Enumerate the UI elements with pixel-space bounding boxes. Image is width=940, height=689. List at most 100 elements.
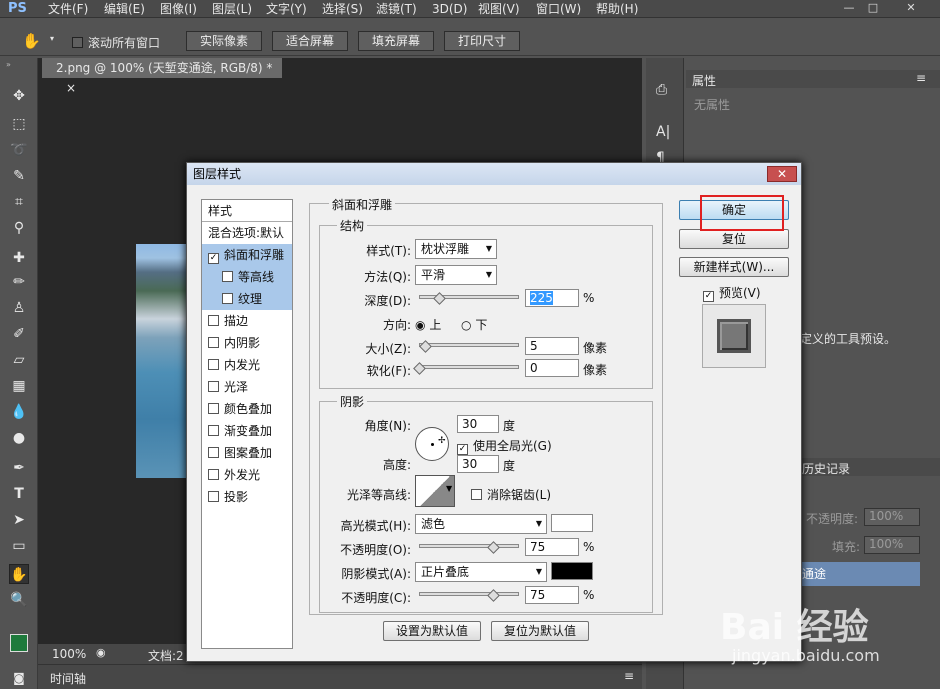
- gloss-contour-picker[interactable]: ▼: [415, 475, 455, 507]
- make-default-button[interactable]: 设置为默认值: [383, 621, 481, 641]
- eyedropper-tool-icon[interactable]: ⚲: [9, 218, 29, 238]
- maximize-button[interactable]: □: [862, 0, 884, 16]
- checkbox-icon[interactable]: [208, 403, 219, 414]
- style-list-item[interactable]: 外发光: [202, 464, 292, 486]
- document-tab[interactable]: 2.png @ 100% (天堑变通途, RGB/8) * ×: [42, 58, 282, 95]
- global-light-checkbox[interactable]: ✓ 使用全局光(G): [457, 437, 552, 455]
- fit-screen-button[interactable]: 适合屏幕: [272, 31, 348, 51]
- lasso-tool-icon[interactable]: ➰: [9, 140, 29, 160]
- style-list-item[interactable]: 内发光: [202, 354, 292, 376]
- style-list-item[interactable]: 图案叠加: [202, 442, 292, 464]
- move-tool-icon[interactable]: ✥: [9, 86, 29, 106]
- checkbox-icon[interactable]: [208, 491, 219, 502]
- preview-checkbox[interactable]: ✓ 预览(V): [703, 284, 761, 302]
- shadow-mode-select[interactable]: 正片叠底 ▼: [415, 562, 547, 582]
- shadow-opacity-input[interactable]: 75: [525, 586, 579, 604]
- quick-mask-icon[interactable]: ◙: [9, 668, 29, 688]
- size-input[interactable]: 5: [525, 337, 579, 355]
- direction-down-radio[interactable]: ○ 下: [461, 316, 487, 333]
- crop-tool-icon[interactable]: ⌗: [9, 192, 29, 212]
- reset-button[interactable]: 复位: [679, 229, 789, 249]
- style-list-item[interactable]: 投影: [202, 486, 292, 508]
- checkbox-checked-icon[interactable]: ✓: [208, 253, 219, 264]
- zoom-tool-icon[interactable]: 🔍: [9, 590, 29, 610]
- character-panel-icon[interactable]: A|: [656, 124, 670, 140]
- reset-to-default-button[interactable]: 复位为默认值: [491, 621, 589, 641]
- brush-tool-icon[interactable]: ✏: [9, 272, 29, 292]
- highlight-opacity-input[interactable]: 75: [525, 538, 579, 556]
- scroll-all-windows-checkbox[interactable]: 滚动所有窗口: [72, 34, 160, 51]
- timeline-label[interactable]: 时间轴: [50, 670, 86, 687]
- shadow-opacity-slider[interactable]: [419, 592, 519, 596]
- collapse-icon[interactable]: »: [6, 60, 11, 69]
- foreground-color-swatch[interactable]: [10, 634, 28, 652]
- checkbox-icon[interactable]: [222, 293, 233, 304]
- checkbox-icon[interactable]: [208, 469, 219, 480]
- highlight-mode-select[interactable]: 滤色 ▼: [415, 514, 547, 534]
- menu-item-0[interactable]: 文件(F): [48, 0, 88, 18]
- pen-tool-icon[interactable]: ✒: [9, 458, 29, 478]
- menu-item-1[interactable]: 编辑(E): [104, 0, 145, 18]
- menu-item-2[interactable]: 图像(I): [160, 0, 197, 18]
- fill-field[interactable]: 100%: [864, 536, 920, 554]
- gradient-tool-icon[interactable]: ▦: [9, 376, 29, 396]
- new-style-button[interactable]: 新建样式(W)...: [679, 257, 789, 277]
- properties-menu-icon[interactable]: ≡: [916, 71, 926, 85]
- actual-pixels-button[interactable]: 实际像素: [186, 31, 262, 51]
- shadow-color-swatch[interactable]: [551, 562, 593, 580]
- hand-tool-icon[interactable]: ✋: [22, 32, 41, 50]
- dialog-close-button[interactable]: ✕: [767, 166, 797, 182]
- tool-preset-chevron-icon[interactable]: ▾: [50, 34, 54, 43]
- style-list-item[interactable]: 渐变叠加: [202, 420, 292, 442]
- style-list-item[interactable]: 内阴影: [202, 332, 292, 354]
- stamp-panel-icon[interactable]: ⎙: [656, 82, 667, 98]
- menu-item-7[interactable]: 3D(D): [432, 0, 467, 18]
- style-list-item[interactable]: 混合选项:默认: [202, 222, 292, 244]
- style-list-item[interactable]: ✓ 斜面和浮雕: [202, 244, 292, 266]
- menu-item-6[interactable]: 滤镜(T): [376, 0, 417, 18]
- style-list-item[interactable]: 光泽: [202, 376, 292, 398]
- highlight-opacity-slider[interactable]: [419, 544, 519, 548]
- menu-item-3[interactable]: 图层(L): [212, 0, 252, 18]
- type-tool-icon[interactable]: T: [9, 484, 29, 504]
- checkbox-icon[interactable]: [208, 359, 219, 370]
- hand-tool-active-icon[interactable]: ✋: [9, 564, 29, 584]
- depth-input[interactable]: 225: [525, 289, 579, 307]
- shape-tool-icon[interactable]: ▭: [9, 536, 29, 556]
- style-list-item[interactable]: 样式: [202, 200, 292, 222]
- menu-item-8[interactable]: 视图(V): [478, 0, 520, 18]
- anti-alias-checkbox[interactable]: 消除锯齿(L): [471, 486, 551, 503]
- size-slider[interactable]: [419, 343, 519, 347]
- technique-select[interactable]: 平滑 ▼: [415, 265, 497, 285]
- checkbox-icon[interactable]: [208, 337, 219, 348]
- soften-input[interactable]: 0: [525, 359, 579, 377]
- layer-row[interactable]: 通途: [800, 562, 920, 586]
- history-brush-tool-icon[interactable]: ✐: [9, 324, 29, 344]
- path-select-tool-icon[interactable]: ➤: [9, 510, 29, 530]
- marquee-tool-icon[interactable]: ⬚: [9, 114, 29, 134]
- altitude-input[interactable]: 30: [457, 455, 499, 473]
- healing-brush-tool-icon[interactable]: ✚: [9, 248, 29, 268]
- print-size-button[interactable]: 打印尺寸: [444, 31, 520, 51]
- checkbox-icon[interactable]: [208, 447, 219, 458]
- angle-input[interactable]: 30: [457, 415, 499, 433]
- style-list-item[interactable]: 描边: [202, 310, 292, 332]
- menu-item-4[interactable]: 文字(Y): [266, 0, 307, 18]
- style-list-item[interactable]: 纹理: [202, 288, 292, 310]
- close-tab-icon[interactable]: ×: [66, 81, 76, 95]
- direction-up-radio[interactable]: ◉ 上: [415, 316, 441, 333]
- status-menu-icon[interactable]: ◉: [96, 646, 106, 659]
- soften-slider[interactable]: [419, 365, 519, 369]
- opacity-field[interactable]: 100%: [864, 508, 920, 526]
- timeline-menu-icon[interactable]: ≡: [624, 669, 634, 683]
- zoom-level[interactable]: 100%: [52, 647, 86, 661]
- checkbox-icon[interactable]: [208, 425, 219, 436]
- checkbox-icon[interactable]: [208, 315, 219, 326]
- style-list-item[interactable]: 等高线: [202, 266, 292, 288]
- properties-tab[interactable]: 属性: [692, 72, 716, 89]
- eraser-tool-icon[interactable]: ▱: [9, 350, 29, 370]
- menu-item-5[interactable]: 选择(S): [322, 0, 363, 18]
- stamp-tool-icon[interactable]: ♙: [9, 298, 29, 318]
- history-tab[interactable]: 历史记录: [802, 460, 850, 477]
- highlight-color-swatch[interactable]: [551, 514, 593, 532]
